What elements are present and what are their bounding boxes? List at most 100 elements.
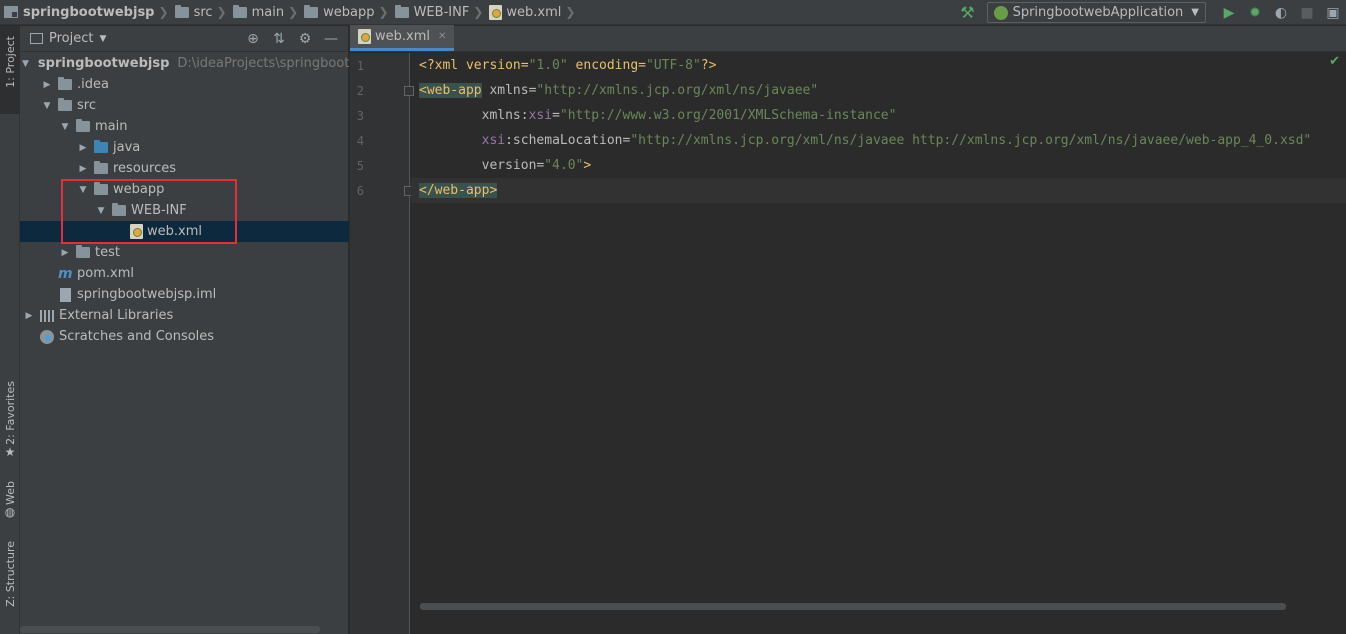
project-tree: ▼ springbootwebjsp D:\ideaProjects\sprin… [20, 53, 368, 347]
line-gutter: 1 2 3 4 5 6 [350, 53, 414, 634]
run-configuration-select[interactable]: SpringbootwebApplication ▼ [986, 2, 1206, 23]
globe-icon: ◍ [4, 504, 16, 519]
expanded-arrow-icon[interactable]: ▼ [76, 185, 90, 195]
breadcrumb-label: web.xml [506, 4, 562, 20]
namespace: xsi [528, 108, 553, 123]
iml-file-icon [60, 287, 71, 302]
tab-favorites[interactable]: 2: Favorites ★ [0, 381, 20, 471]
run-button[interactable]: ▶ [1216, 0, 1242, 25]
resources-folder-icon [94, 161, 108, 174]
tree-item-label: .idea [77, 77, 109, 92]
breadcrumb-item-webapp[interactable]: webapp ❯ [304, 4, 392, 20]
attr-value: "http://www.w3.org/2001/XMLSchema-instan… [559, 108, 897, 123]
tree-item-webapp[interactable]: ▼ webapp [20, 179, 349, 200]
expanded-arrow-icon[interactable]: ▼ [40, 101, 54, 111]
tab-web[interactable]: Web ◍ [0, 481, 20, 529]
attr-value: "UTF-8" [646, 58, 701, 73]
tree-item-scratches[interactable]: Scratches and Consoles [20, 326, 349, 347]
chevron-right-icon: ❯ [473, 5, 484, 19]
tree-item-label: test [95, 245, 120, 260]
locate-file-icon[interactable]: ⊕ [240, 31, 266, 47]
close-icon[interactable]: ✕ [438, 31, 446, 42]
tree-item-java[interactable]: ▶ java [20, 137, 349, 158]
gear-icon[interactable]: ⚙ [292, 31, 318, 47]
tab-project[interactable]: 1: Project [0, 26, 20, 114]
expanded-arrow-icon[interactable]: ▼ [58, 122, 72, 132]
debug-button[interactable]: ✹ [1242, 0, 1268, 25]
collapsed-arrow-icon[interactable]: ▶ [58, 248, 72, 258]
tree-item-web-xml[interactable]: web.xml [20, 221, 349, 242]
breadcrumb-item-web-xml[interactable]: web.xml ❯ [489, 4, 579, 20]
breadcrumb-item-src[interactable]: src ❯ [174, 4, 231, 20]
build-hammer-icon[interactable]: ⚒ [960, 3, 974, 22]
attr-name: = [552, 108, 560, 123]
project-structure-icon: ▣ [1326, 4, 1340, 21]
stop-button[interactable]: ■ [1294, 0, 1320, 25]
tree-item-pom-xml[interactable]: m pom.xml [20, 263, 349, 284]
attr-value: "http://xmlns.jcp.org/xml/ns/javaee http… [630, 133, 1312, 148]
expanded-arrow-icon[interactable]: ▼ [94, 206, 108, 216]
tree-item-label: Scratches and Consoles [59, 329, 215, 344]
tree-item-label: WEB-INF [131, 203, 187, 218]
collapsed-arrow-icon[interactable]: ▶ [76, 164, 90, 174]
run-with-coverage-button[interactable]: ◐ [1268, 0, 1294, 25]
tree-item-idea[interactable]: ▶ .idea [20, 74, 349, 95]
folder-icon [304, 4, 319, 18]
minimize-icon[interactable]: — [318, 31, 344, 47]
horizontal-scrollbar[interactable] [20, 626, 320, 633]
tree-item-label: springbootwebjsp [37, 56, 170, 71]
chevron-down-icon: ▼ [99, 33, 107, 44]
tree-item-label: resources [113, 161, 177, 176]
folder-icon [112, 203, 126, 216]
tree-item-test[interactable]: ▶ test [20, 242, 349, 263]
attr-name: xmlns: [419, 108, 529, 123]
code-line: <web-app xmlns="http://xmlns.jcp.org/xml… [411, 78, 1346, 103]
editor-area: web.xml ✕ 1 2 3 4 5 6 <?xml version="1.0… [350, 25, 1346, 634]
editor-horizontal-scrollbar[interactable] [420, 603, 1286, 610]
line-number: 4 [356, 134, 364, 148]
tab-structure-label: Z: Structure [3, 541, 17, 607]
chevron-right-icon: ❯ [288, 5, 299, 19]
project-view-icon [30, 33, 43, 44]
collapse-all-icon[interactable]: ⇅ [266, 31, 292, 47]
breadcrumb-item-main[interactable]: main ❯ [232, 4, 303, 20]
project-view-select[interactable]: Project [49, 31, 93, 46]
breadcrumb-label: src [193, 4, 213, 20]
tree-item-label: pom.xml [77, 266, 134, 281]
module-icon [4, 6, 18, 18]
tree-item-label: src [77, 98, 96, 113]
play-icon: ▶ [1223, 4, 1235, 21]
tab-structure[interactable]: Z: Structure [0, 541, 20, 631]
namespace: xsi [481, 133, 506, 148]
tag-name: </web-app> [419, 183, 498, 198]
line-number: 6 [356, 184, 364, 198]
tree-item-label: java [113, 140, 141, 155]
breadcrumb-item-web-inf[interactable]: WEB-INF ❯ [394, 4, 488, 20]
tree-item-project-root[interactable]: ▼ springbootwebjsp D:\ideaProjects\sprin… [20, 53, 368, 74]
stop-icon: ■ [1300, 4, 1314, 21]
project-tool-window: Project ▼ ⊕ ⇅ ⚙ — ▼ springbootwebjsp D:\… [20, 26, 368, 634]
coverage-icon: ◐ [1274, 4, 1288, 21]
xml-declaration: <?xml version= [419, 58, 529, 73]
tree-item-resources[interactable]: ▶ resources [20, 158, 349, 179]
chevron-right-icon: ❯ [216, 5, 227, 19]
collapsed-arrow-icon[interactable]: ▶ [76, 143, 90, 153]
breadcrumb-item-project[interactable]: springbootwebjsp ❯ [4, 5, 173, 20]
folder-icon [232, 4, 247, 18]
tab-web-xml[interactable]: web.xml ✕ [350, 25, 455, 51]
tree-item-src[interactable]: ▼ src [20, 95, 349, 116]
tree-item-iml[interactable]: springbootwebjsp.iml [20, 284, 349, 305]
tree-item-external-libraries[interactable]: ▶ External Libraries [20, 305, 349, 326]
chevron-down-icon: ▼ [1191, 7, 1199, 18]
tree-item-web-inf[interactable]: ▼ WEB-INF [20, 200, 349, 221]
star-icon: ★ [4, 444, 16, 459]
breadcrumb: springbootwebjsp ❯ src ❯ main ❯ webapp ❯… [0, 0, 581, 25]
tree-item-main[interactable]: ▼ main [20, 116, 349, 137]
tag-bracket: > [583, 158, 592, 173]
project-structure-button[interactable]: ▣ [1320, 0, 1346, 25]
folder-icon [58, 77, 72, 90]
breadcrumb-label: springbootwebjsp [23, 4, 155, 20]
folder-icon [174, 4, 189, 18]
collapsed-arrow-icon[interactable]: ▶ [40, 80, 54, 90]
collapsed-arrow-icon[interactable]: ▶ [22, 311, 36, 321]
